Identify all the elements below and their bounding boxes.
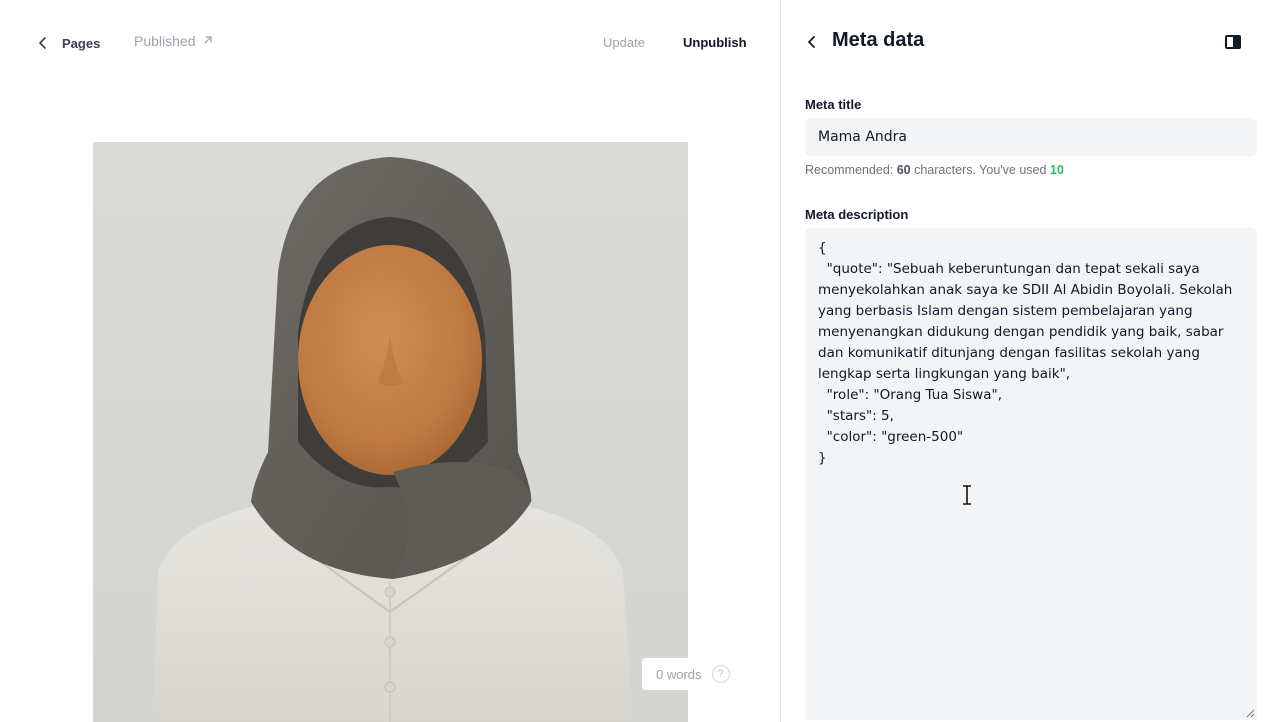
hint-used-count: 10 [1049, 163, 1064, 177]
hint-middle: characters. You've used [910, 163, 1050, 177]
hint-recommended-count: 60 [896, 163, 911, 177]
app-root: Pages Published Update Unpublish 0 words… [0, 0, 1282, 722]
sidebar-toggle-icon[interactable] [1225, 35, 1241, 49]
resize-grip-icon[interactable] [1245, 708, 1255, 718]
published-status-link[interactable]: Published [134, 33, 214, 49]
chevron-left-icon [36, 36, 50, 50]
meta-description-label: Meta description [805, 207, 909, 222]
meta-title-label: Meta title [805, 97, 862, 112]
portrait-illustration [153, 157, 633, 722]
update-button[interactable]: Update [603, 35, 645, 50]
arrow-up-right-icon [202, 33, 214, 49]
word-count-badge: 0 words ? [642, 658, 748, 690]
back-to-pages-label: Pages [62, 35, 101, 51]
back-to-pages-button[interactable]: Pages [36, 33, 100, 53]
meta-description-textarea[interactable] [805, 228, 1257, 720]
sidebar-back-button[interactable] [803, 33, 821, 51]
cover-image[interactable] [93, 142, 688, 722]
editor-pane: Pages Published Update Unpublish 0 words… [0, 0, 780, 722]
sidebar-title: Meta data [832, 29, 925, 51]
unpublish-button[interactable]: Unpublish [683, 35, 747, 50]
settings-sidebar: Meta data Meta title Recommended: 60 cha… [781, 0, 1282, 722]
published-status-label: Published [134, 33, 196, 49]
editor-toolbar: Pages Published Update Unpublish [0, 0, 780, 86]
hint-prefix: Recommended: [805, 163, 897, 177]
meta-title-hint: Recommended: 60 characters. You've used … [805, 163, 1064, 177]
question-circle-icon[interactable]: ? [711, 665, 730, 683]
word-count-label: 0 words [656, 666, 702, 682]
meta-title-input[interactable] [805, 118, 1257, 156]
chevron-left-icon [808, 36, 815, 48]
